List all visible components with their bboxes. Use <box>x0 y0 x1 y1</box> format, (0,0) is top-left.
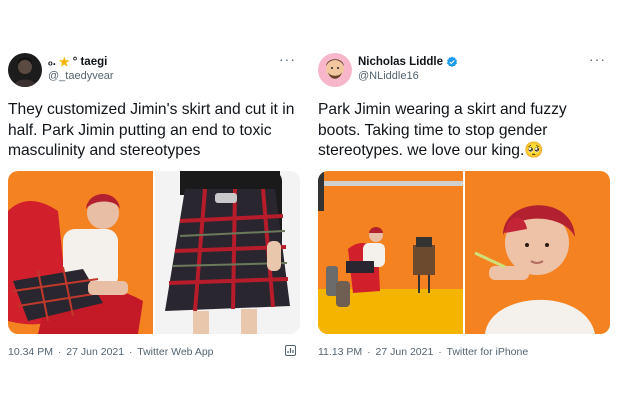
star-icon: ★ <box>58 55 70 69</box>
avatar[interactable] <box>318 53 352 87</box>
tweet-date[interactable]: 27 Jun 2021 <box>66 346 124 358</box>
meta-separator: · <box>438 346 442 358</box>
tweet-media[interactable] <box>318 171 610 334</box>
more-icon[interactable]: ··· <box>589 51 606 67</box>
meta-separator: · <box>57 346 62 358</box>
meta-separator: · <box>367 346 371 358</box>
tweet-source[interactable]: Twitter Web App <box>137 346 213 358</box>
tweet-source[interactable]: Twitter for iPhone <box>446 346 528 358</box>
more-icon[interactable]: ··· <box>279 51 296 67</box>
media-photo-1[interactable] <box>8 171 153 334</box>
media-photo-2[interactable] <box>155 171 300 334</box>
handle[interactable]: @_taedyvear <box>48 69 114 84</box>
tweet-date[interactable]: 27 Jun 2021 <box>376 346 434 358</box>
display-name[interactable]: ₒ. ★ ° taegi <box>48 55 114 69</box>
display-name-text: Nicholas Liddle <box>358 56 443 68</box>
display-name-text: ° taegi <box>72 56 108 68</box>
media-photo-1[interactable] <box>318 171 463 334</box>
tweet-meta: 11.13 PM · 27 Jun 2021 · Twitter for iPh… <box>318 346 528 358</box>
display-name[interactable]: Nicholas Liddle <box>358 55 458 69</box>
avatar[interactable] <box>8 53 42 87</box>
media-photo-2[interactable] <box>465 171 610 334</box>
verified-icon <box>447 56 457 68</box>
handle[interactable]: @NLiddle16 <box>358 69 458 84</box>
analytics-icon[interactable] <box>285 345 296 356</box>
tweet-card-1[interactable]: ₒ. ★ ° taegi @_taedyvear ··· They custom… <box>0 34 302 374</box>
tweet-meta: 10.34 PM · 27 Jun 2021 · Twitter Web App <box>8 346 214 358</box>
tweet-card-2[interactable]: Nicholas Liddle @NLiddle16 ··· Park Jimi… <box>310 34 612 374</box>
tweet-time[interactable]: 11.13 PM <box>318 346 362 358</box>
tweet-text: Park Jimin wearing a skirt and fuzzy boo… <box>318 101 567 159</box>
tweet-time[interactable]: 10.34 PM <box>8 346 53 358</box>
tweet-media[interactable] <box>8 171 300 334</box>
tweet-text: They customized Jimin's skirt and cut it… <box>8 101 295 159</box>
meta-separator: · <box>129 346 133 358</box>
display-name-prefix: ₒ. <box>48 56 56 68</box>
